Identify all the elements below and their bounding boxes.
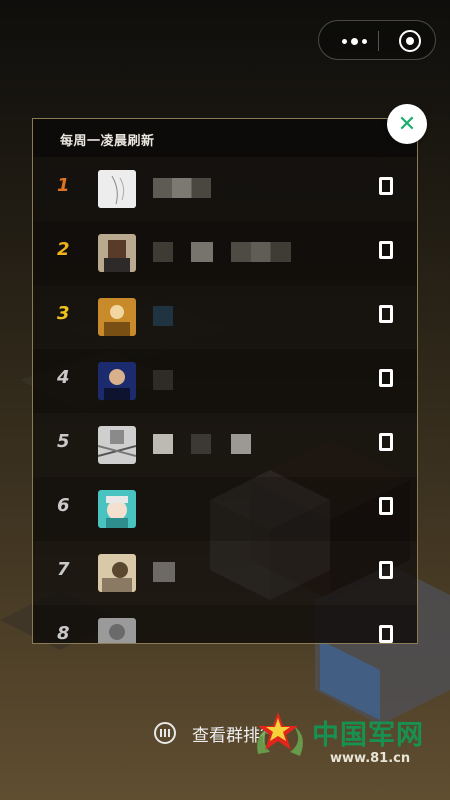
ranking-row[interactable]: 2 — [33, 221, 417, 285]
rank-number: 4 — [57, 367, 70, 388]
bar-chart-circle-icon — [154, 722, 176, 744]
score-value — [379, 305, 393, 323]
score-value — [379, 241, 393, 259]
ranking-row[interactable]: 6 — [33, 477, 417, 541]
avatar — [98, 362, 136, 400]
rank-number: 2 — [57, 239, 70, 260]
rank-number: 1 — [57, 175, 70, 196]
avatar — [98, 426, 136, 464]
redacted-name — [153, 178, 211, 198]
ranking-panel: 每周一凌晨刷新 1 2 3 4 5 6 7 8 — [32, 118, 418, 644]
redacted-name — [153, 306, 173, 326]
avatar — [98, 618, 136, 643]
target-circle-icon[interactable] — [399, 30, 421, 52]
score-value — [379, 497, 393, 515]
panel-header: 每周一凌晨刷新 — [33, 119, 417, 157]
redacted-name — [231, 434, 251, 454]
redacted-name — [153, 434, 173, 454]
capsule-divider — [378, 31, 379, 51]
rank-number: 7 — [57, 559, 70, 580]
ranking-row[interactable]: 4 — [33, 349, 417, 413]
ranking-row[interactable]: 8 — [33, 605, 417, 644]
redacted-name — [191, 242, 213, 262]
redacted-name — [153, 370, 173, 390]
avatar — [98, 554, 136, 592]
ranking-row[interactable]: 3 — [33, 285, 417, 349]
score-value — [379, 369, 393, 387]
avatar — [98, 234, 136, 272]
score-value — [379, 433, 393, 451]
more-dots-icon[interactable] — [335, 31, 373, 51]
score-value — [379, 561, 393, 579]
watermark-url: www.81.cn — [330, 751, 411, 766]
rank-number: 3 — [57, 303, 70, 324]
rank-number: 5 — [57, 431, 70, 452]
rank-number: 8 — [57, 623, 70, 644]
score-value — [379, 625, 393, 643]
watermark-name: 中国军网 — [312, 720, 424, 751]
ranking-row[interactable]: 5 — [33, 413, 417, 477]
ranking-row[interactable]: 1 — [33, 157, 417, 221]
miniprogram-capsule — [318, 20, 436, 60]
close-icon[interactable]: ✕ — [387, 104, 427, 144]
redacted-name — [191, 434, 211, 454]
avatar — [98, 170, 136, 208]
score-value — [379, 177, 393, 195]
redacted-name — [153, 562, 175, 582]
redacted-name — [231, 242, 291, 262]
redacted-name — [153, 242, 173, 262]
avatar — [98, 298, 136, 336]
avatar — [98, 490, 136, 528]
watermark: 中国军网 www.81.cn — [250, 706, 445, 776]
refresh-note: 每周一凌晨刷新 — [60, 134, 155, 149]
ranking-row[interactable]: 7 — [33, 541, 417, 605]
rank-number: 6 — [57, 495, 70, 516]
watermark-logo — [257, 712, 303, 756]
